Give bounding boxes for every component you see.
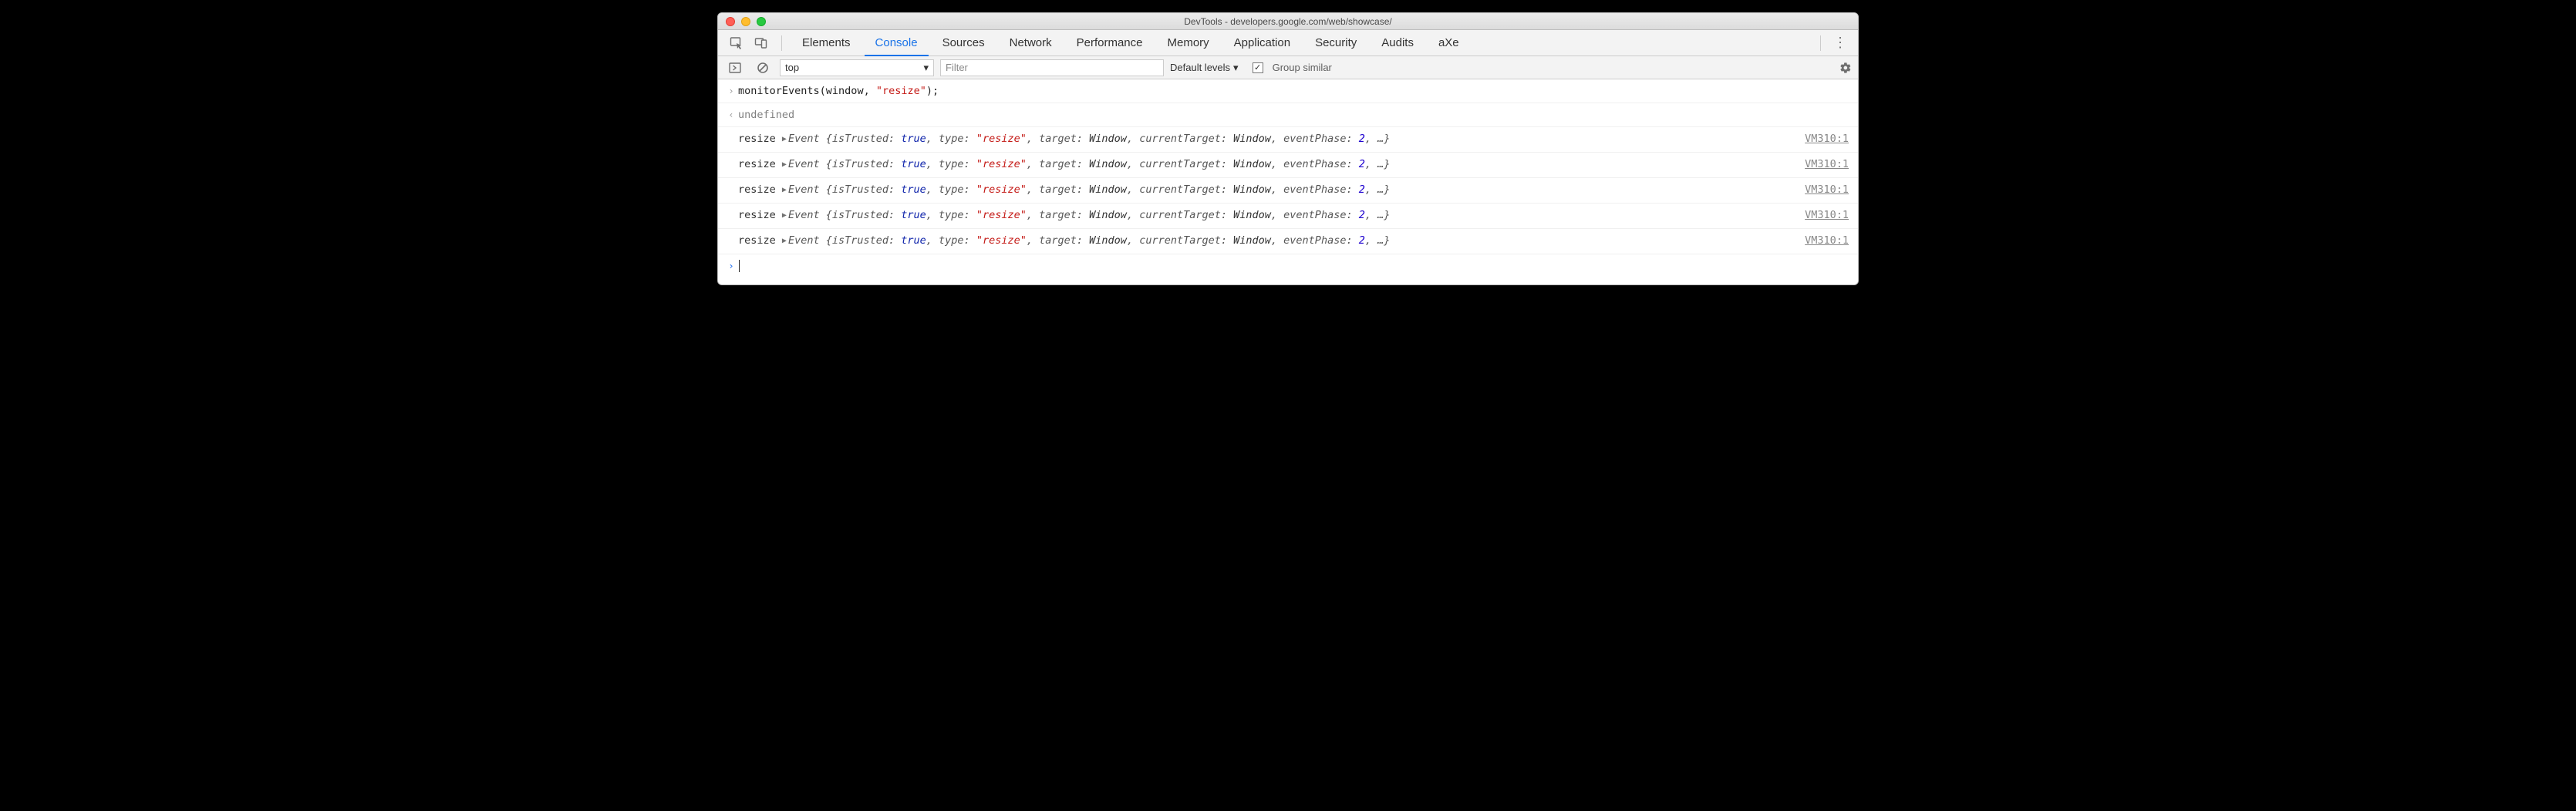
panel-tabs: Elements Console Sources Network Perform… — [718, 30, 1858, 56]
console-input-echo: › monitorEvents(window, "resize"); — [718, 79, 1858, 103]
console-log-row: resize ▶Event {isTrusted: true, type: "r… — [718, 204, 1858, 229]
titlebar: DevTools - developers.google.com/web/sho… — [718, 13, 1858, 30]
console-events: resize ▶Event {isTrusted: true, type: "r… — [718, 127, 1858, 254]
chevron-down-icon: ▾ — [923, 62, 929, 74]
toggle-sidebar-icon[interactable] — [724, 59, 746, 77]
separator — [1820, 35, 1821, 51]
separator — [781, 35, 782, 51]
context-label: top — [785, 62, 799, 73]
tab-sources[interactable]: Sources — [932, 30, 996, 56]
source-link[interactable]: VM310:1 — [1797, 233, 1849, 248]
source-link[interactable]: VM310:1 — [1797, 207, 1849, 223]
console-prompt[interactable]: › — [718, 254, 1858, 284]
execution-context-select[interactable]: top ▾ — [780, 59, 934, 76]
prompt-input[interactable] — [738, 258, 1849, 274]
tab-performance[interactable]: Performance — [1066, 30, 1154, 56]
log-content[interactable]: resize ▶Event {isTrusted: true, type: "r… — [738, 207, 1797, 224]
expand-triangle-icon[interactable]: ▶ — [782, 234, 787, 249]
tab-application[interactable]: Application — [1223, 30, 1301, 56]
expand-triangle-icon[interactable]: ▶ — [782, 132, 787, 147]
tab-security[interactable]: Security — [1304, 30, 1367, 56]
tab-network[interactable]: Network — [999, 30, 1063, 56]
inspect-element-icon[interactable] — [726, 34, 747, 52]
expand-triangle-icon[interactable]: ▶ — [782, 208, 787, 224]
result-value: undefined — [738, 107, 1849, 123]
clear-console-icon[interactable] — [752, 59, 774, 77]
tab-audits[interactable]: Audits — [1371, 30, 1425, 56]
console-settings-icon[interactable] — [1839, 62, 1852, 74]
log-content[interactable]: resize ▶Event {isTrusted: true, type: "r… — [738, 233, 1797, 250]
chevron-down-icon: ▾ — [1233, 62, 1239, 74]
log-content[interactable]: resize ▶Event {isTrusted: true, type: "r… — [738, 131, 1797, 148]
tab-console[interactable]: Console — [865, 30, 929, 56]
tab-axe[interactable]: aXe — [1428, 30, 1470, 56]
console-log-row: resize ▶Event {isTrusted: true, type: "r… — [718, 127, 1858, 153]
console-log-row: resize ▶Event {isTrusted: true, type: "r… — [718, 178, 1858, 204]
prompt-marker-icon: › — [724, 258, 738, 274]
console-toolbar: top ▾ Default levels ▾ ✓ Group similar — [718, 56, 1858, 79]
devtools-window: DevTools - developers.google.com/web/sho… — [717, 12, 1859, 285]
console-log-row: resize ▶Event {isTrusted: true, type: "r… — [718, 153, 1858, 178]
console-result: ‹ undefined — [718, 103, 1858, 127]
output-marker-icon: ‹ — [724, 107, 738, 123]
filter-input[interactable] — [940, 59, 1164, 76]
tab-memory[interactable]: Memory — [1157, 30, 1220, 56]
expand-triangle-icon[interactable]: ▶ — [782, 157, 787, 173]
log-content[interactable]: resize ▶Event {isTrusted: true, type: "r… — [738, 182, 1797, 199]
group-similar-label: Group similar — [1273, 62, 1332, 73]
source-link[interactable]: VM310:1 — [1797, 131, 1849, 146]
log-levels-select[interactable]: Default levels ▾ — [1170, 62, 1239, 74]
log-content[interactable]: resize ▶Event {isTrusted: true, type: "r… — [738, 156, 1797, 173]
source-link[interactable]: VM310:1 — [1797, 156, 1849, 172]
source-link[interactable]: VM310:1 — [1797, 182, 1849, 197]
device-toolbar-icon[interactable] — [750, 34, 772, 52]
code-line[interactable]: monitorEvents(window, "resize"); — [738, 83, 1849, 99]
input-marker-icon: › — [724, 83, 738, 99]
levels-label: Default levels — [1170, 62, 1230, 73]
window-title: DevTools - developers.google.com/web/sho… — [718, 16, 1858, 27]
console-log-row: resize ▶Event {isTrusted: true, type: "r… — [718, 229, 1858, 254]
more-menu-icon[interactable]: ⋮ — [1830, 35, 1850, 51]
expand-triangle-icon[interactable]: ▶ — [782, 183, 787, 198]
group-similar-checkbox[interactable]: ✓ — [1253, 62, 1263, 73]
tab-elements[interactable]: Elements — [791, 30, 861, 56]
console-body: › monitorEvents(window, "resize"); ‹ und… — [718, 79, 1858, 284]
